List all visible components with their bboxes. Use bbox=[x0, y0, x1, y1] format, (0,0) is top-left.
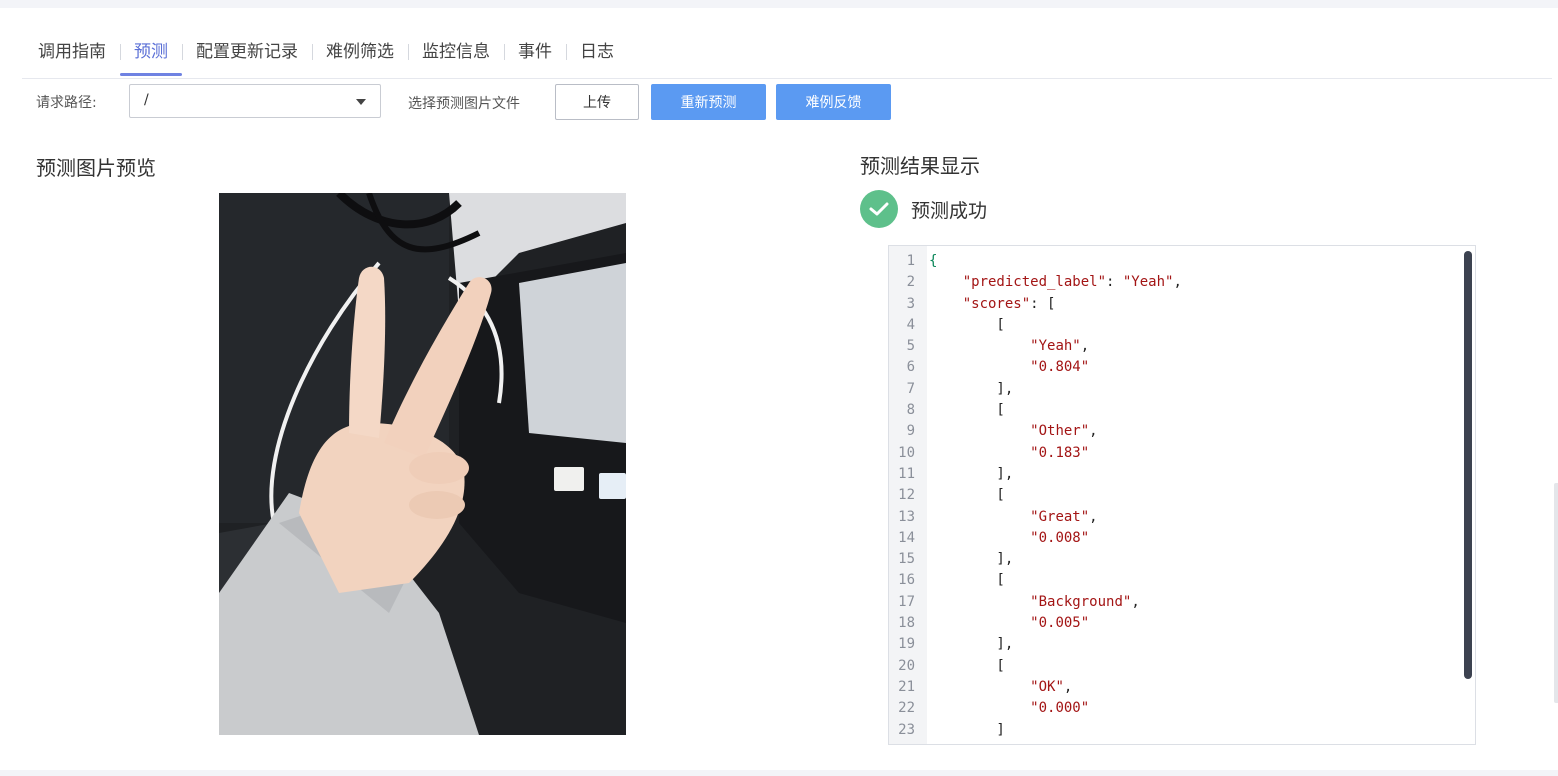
code-line: 12 [ bbox=[889, 485, 1182, 506]
line-number: 13 bbox=[898, 508, 915, 525]
line-number: 2 bbox=[906, 274, 915, 291]
line-number: 14 bbox=[898, 529, 915, 546]
code-line: 15 ], bbox=[889, 549, 1182, 570]
result-code-viewer[interactable]: 1{2 "predicted_label": "Yeah", 3 "scores"… bbox=[888, 245, 1476, 745]
code-line: 11 ], bbox=[889, 464, 1182, 485]
line-number: 19 bbox=[898, 636, 915, 653]
code-line: 17 "Background", bbox=[889, 592, 1182, 613]
tab-hard-example[interactable]: 难例筛选 bbox=[312, 36, 408, 76]
code-text: "Background", bbox=[1030, 593, 1140, 610]
line-number: 21 bbox=[898, 678, 915, 695]
select-file-label: 选择预测图片文件 bbox=[408, 96, 520, 112]
check-circle-icon bbox=[860, 190, 898, 228]
code-line: 22 "0.000" bbox=[889, 698, 1182, 719]
tab-events[interactable]: 事件 bbox=[504, 36, 566, 76]
line-number: 7 bbox=[906, 380, 915, 397]
code-line: 4 [ bbox=[889, 315, 1182, 336]
hard-example-feedback-button[interactable]: 难例反馈 bbox=[776, 84, 891, 120]
code-line: 5 "Yeah", bbox=[889, 336, 1182, 357]
code-text: ] bbox=[929, 721, 1005, 738]
photo-illustration bbox=[219, 193, 626, 735]
code-line: 1{ bbox=[889, 251, 1182, 272]
status-text: 预测成功 bbox=[911, 199, 988, 222]
line-number: 10 bbox=[898, 444, 915, 461]
upload-button[interactable]: 上传 bbox=[555, 84, 639, 120]
line-number: 22 bbox=[898, 700, 915, 717]
code-text: [ bbox=[929, 657, 1005, 674]
code-text: "0.008" bbox=[1030, 529, 1090, 546]
code-line: 2 "predicted_label": "Yeah", bbox=[889, 272, 1182, 293]
code-text: "Great", bbox=[1030, 508, 1098, 525]
tab-monitor[interactable]: 监控信息 bbox=[408, 36, 504, 76]
toolbar: 请求路径: / 选择预测图片文件 上传 重新预测 难例反馈 bbox=[36, 84, 1236, 120]
line-number: 23 bbox=[898, 721, 915, 738]
code-text: ], bbox=[929, 465, 1014, 482]
code-text: "0.005" bbox=[1030, 615, 1090, 632]
code-text: "0.804" bbox=[1030, 359, 1090, 376]
tab-bar: 调用指南 预测 配置更新记录 难例筛选 监控信息 事件 日志 bbox=[22, 36, 1552, 79]
tab-config-history[interactable]: 配置更新记录 bbox=[182, 36, 312, 76]
preview-image bbox=[219, 193, 626, 735]
code-text: [ bbox=[929, 316, 1005, 333]
line-number: 3 bbox=[906, 295, 915, 312]
code-line: 20 [ bbox=[889, 656, 1182, 677]
line-number: 15 bbox=[898, 551, 915, 568]
code-line: 8 [ bbox=[889, 400, 1182, 421]
line-number: 5 bbox=[906, 338, 915, 355]
result-title: 预测结果显示 bbox=[860, 154, 980, 178]
code-line: 10 "0.183" bbox=[889, 443, 1182, 464]
code-text: ], bbox=[929, 636, 1014, 653]
code-text: "Yeah", bbox=[1030, 338, 1090, 355]
code-text: { bbox=[929, 253, 938, 269]
code-text: [ bbox=[929, 402, 1005, 419]
code-lines: 1{2 "predicted_label": "Yeah", 3 "scores"… bbox=[889, 251, 1182, 741]
code-line: 19 ], bbox=[889, 634, 1182, 655]
tab-predict[interactable]: 预测 bbox=[120, 36, 182, 76]
code-line: 21 "OK", bbox=[889, 677, 1182, 698]
code-text: "Other", bbox=[1030, 423, 1098, 440]
line-number: 20 bbox=[898, 657, 915, 674]
line-number: 1 bbox=[906, 253, 915, 269]
code-line: 18 "0.005" bbox=[889, 613, 1182, 634]
line-number: 8 bbox=[906, 402, 915, 419]
request-path-value: / bbox=[144, 92, 149, 108]
line-number: 18 bbox=[898, 615, 915, 632]
line-number: 6 bbox=[906, 359, 915, 376]
code-line: 16 [ bbox=[889, 570, 1182, 591]
code-line: 13 "Great", bbox=[889, 507, 1182, 528]
code-text: "0.000" bbox=[1030, 700, 1090, 717]
line-number: 16 bbox=[898, 572, 915, 589]
repredict-button[interactable]: 重新预测 bbox=[651, 84, 766, 120]
line-number: 4 bbox=[906, 316, 915, 333]
request-path-label: 请求路径: bbox=[36, 95, 97, 111]
code-text: "scores": [ bbox=[962, 295, 1056, 312]
line-number: 11 bbox=[898, 465, 915, 482]
code-line: 6 "0.804" bbox=[889, 357, 1182, 378]
code-line: 3 "scores": [ bbox=[889, 294, 1182, 315]
code-text: "OK", bbox=[1030, 678, 1073, 695]
code-line: 9 "Other", bbox=[889, 421, 1182, 442]
line-number: 12 bbox=[898, 487, 915, 504]
preview-title: 预测图片预览 bbox=[36, 156, 156, 180]
code-scrollbar[interactable] bbox=[1464, 251, 1472, 679]
line-number: 9 bbox=[906, 423, 915, 440]
code-text: ], bbox=[929, 380, 1014, 397]
request-path-select[interactable]: / bbox=[129, 84, 381, 118]
tab-guide[interactable]: 调用指南 bbox=[22, 36, 120, 76]
code-line: 14 "0.008" bbox=[889, 528, 1182, 549]
code-text: "0.183" bbox=[1030, 444, 1090, 461]
code-text: [ bbox=[929, 572, 1005, 589]
side-scroll-handle[interactable] bbox=[1554, 483, 1558, 703]
code-text: [ bbox=[929, 487, 1005, 504]
code-text: "predicted_label": "Yeah", bbox=[962, 274, 1182, 291]
prediction-status: 预测成功 bbox=[860, 190, 987, 228]
code-line: 7 ], bbox=[889, 379, 1182, 400]
code-text: ], bbox=[929, 551, 1014, 568]
tab-logs[interactable]: 日志 bbox=[566, 36, 628, 76]
code-line: 23 ] bbox=[889, 720, 1182, 741]
line-number: 17 bbox=[898, 593, 915, 610]
page: 调用指南 预测 配置更新记录 难例筛选 监控信息 事件 日志 请求路径: / 选… bbox=[0, 8, 1558, 770]
chevron-down-icon bbox=[356, 99, 366, 105]
